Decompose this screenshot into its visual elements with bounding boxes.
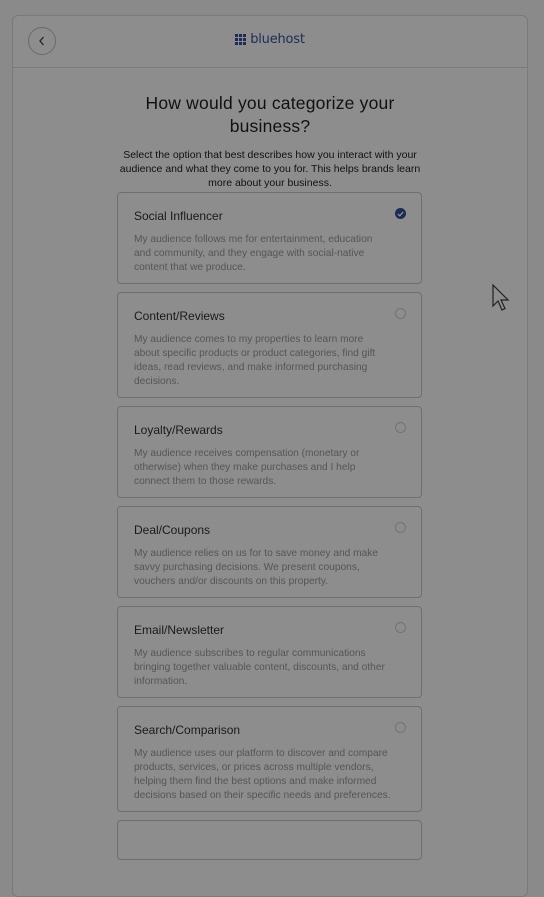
option-title: Content/Reviews xyxy=(134,309,225,323)
option-description: My audience uses our platform to discove… xyxy=(134,748,391,801)
option-deal-coupons[interactable]: Deal/Coupons My audience relies on us fo… xyxy=(117,506,422,598)
option-loyalty-rewards[interactable]: Loyalty/Rewards My audience receives com… xyxy=(117,406,422,498)
logo-text: bluehost xyxy=(250,32,305,47)
option-partial[interactable] xyxy=(117,820,422,860)
radio-icon[interactable] xyxy=(395,422,406,433)
radio-icon[interactable] xyxy=(395,622,406,633)
option-description: My audience receives compensation (monet… xyxy=(134,448,360,487)
option-content-reviews[interactable]: Content/Reviews My audience comes to my … xyxy=(117,292,422,398)
logo-grid-icon xyxy=(235,34,247,45)
option-title: Search/Comparison xyxy=(134,723,241,737)
radio-icon[interactable] xyxy=(395,308,406,319)
option-search-comparison[interactable]: Search/Comparison My audience uses our p… xyxy=(117,706,422,812)
modal-header: bluehost xyxy=(13,16,527,68)
option-description: My audience subscribes to regular commun… xyxy=(134,648,385,687)
option-title: Loyalty/Rewards xyxy=(134,423,223,437)
category-options: Social Influencer My audience follows me… xyxy=(117,192,422,868)
radio-icon[interactable] xyxy=(395,722,406,733)
option-title: Email/Newsletter xyxy=(134,623,225,637)
option-description: My audience comes to my properties to le… xyxy=(134,334,376,387)
option-email-newsletter[interactable]: Email/Newsletter My audience subscribes … xyxy=(117,606,422,698)
radio-checked-icon[interactable] xyxy=(395,208,406,219)
option-title: Social Influencer xyxy=(134,209,223,223)
option-description: My audience relies on us for to save mon… xyxy=(134,548,379,587)
bluehost-logo: bluehost xyxy=(13,32,527,47)
option-description: My audience follows me for entertainment… xyxy=(134,234,373,273)
mouse-pointer-icon xyxy=(492,284,510,311)
onboarding-modal: bluehost How would you categorize your b… xyxy=(12,15,528,897)
option-social-influencer[interactable]: Social Influencer My audience follows me… xyxy=(117,192,422,284)
radio-icon[interactable] xyxy=(395,522,406,533)
page-subtitle: Select the option that best describes ho… xyxy=(119,149,421,189)
page-title: How would you categorize your business? xyxy=(145,93,395,136)
option-title: Deal/Coupons xyxy=(134,523,211,537)
